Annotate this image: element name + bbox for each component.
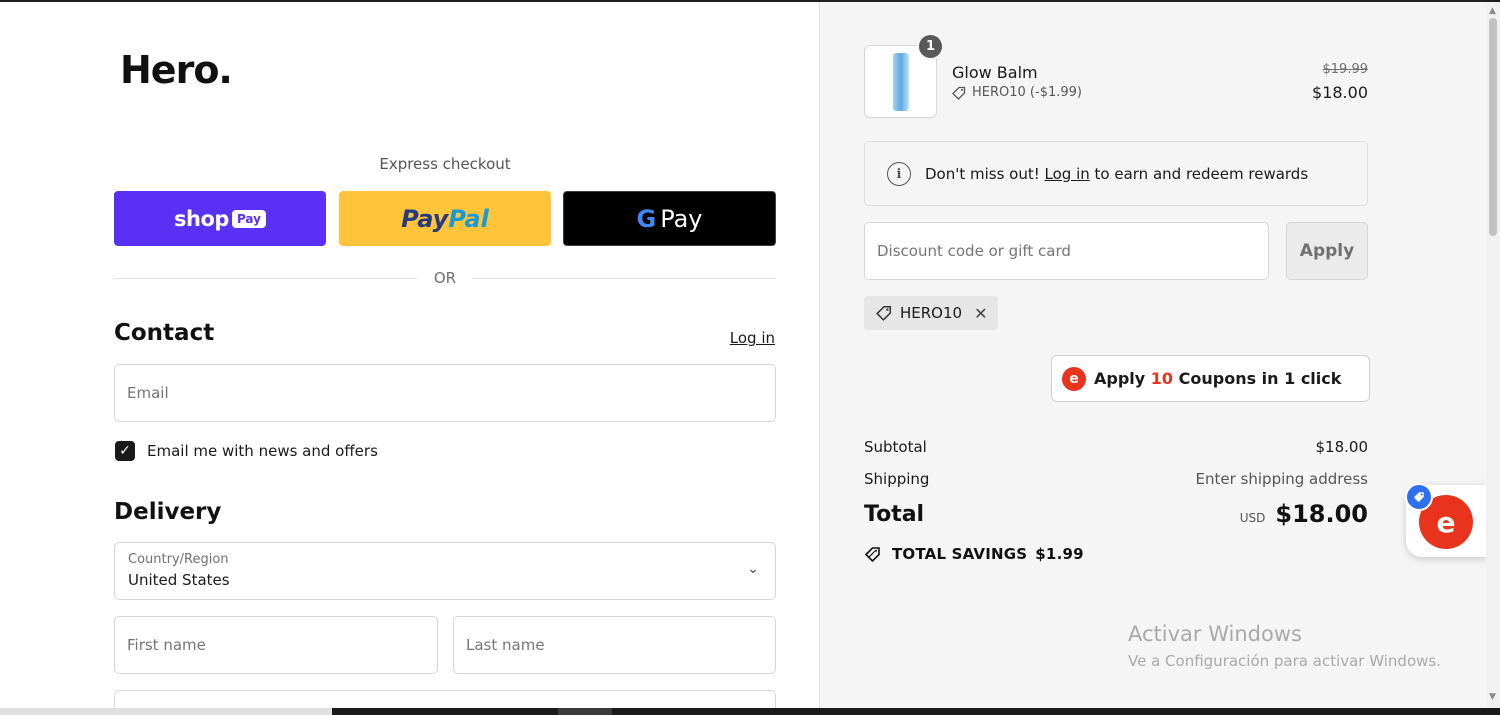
scroll-down-icon[interactable]: ▼ bbox=[1489, 692, 1496, 702]
remove-discount-icon[interactable]: ✕ bbox=[974, 304, 987, 323]
brand-logo[interactable]: Hero. bbox=[120, 48, 233, 92]
google-g-icon: G bbox=[636, 204, 657, 233]
rewards-text: Don't miss out! Log in to earn and redee… bbox=[925, 165, 1308, 183]
paypal-logo-part1: Pay bbox=[401, 204, 449, 233]
tag-icon bbox=[876, 305, 892, 321]
taskbar-strip bbox=[0, 708, 1500, 715]
shop-pay-pill: Pay bbox=[231, 209, 266, 228]
country-select-label: Country/Region bbox=[128, 552, 229, 567]
product-discount: HERO10 (-$1.99) bbox=[952, 85, 1082, 100]
discount-code-field[interactable] bbox=[864, 222, 1269, 280]
coupon-count: 10 bbox=[1150, 369, 1174, 388]
apply-discount-button[interactable]: Apply bbox=[1286, 222, 1368, 280]
or-divider: OR bbox=[114, 268, 776, 288]
scrollbar-thumb[interactable] bbox=[1489, 18, 1497, 236]
apply-coupons-text-after: Coupons in 1 click bbox=[1173, 369, 1342, 388]
original-price: $19.99 bbox=[1322, 62, 1369, 77]
applied-discount-code: HERO10 bbox=[900, 304, 963, 322]
savings-tag-icon bbox=[864, 547, 880, 562]
shipping-label: Shipping bbox=[864, 470, 930, 488]
product-name: Glow Balm bbox=[952, 63, 1038, 82]
shipping-value: Enter shipping address bbox=[1195, 470, 1368, 488]
total-savings-value: $1.99 bbox=[1035, 545, 1084, 563]
first-name-field[interactable] bbox=[114, 616, 438, 674]
total-label: Total bbox=[864, 502, 925, 527]
scroll-up-icon[interactable]: ▲ bbox=[1489, 6, 1496, 16]
contact-heading: Contact bbox=[114, 320, 215, 346]
google-pay-label: Pay bbox=[660, 204, 703, 233]
total-value: $18.00 bbox=[1275, 500, 1368, 528]
taskbar-segment-mid bbox=[558, 708, 612, 715]
product-image bbox=[893, 53, 909, 111]
taskbar-segment-left bbox=[0, 708, 332, 715]
total-savings-label: TOTAL SAVINGS bbox=[892, 545, 1028, 563]
checkmark-icon: ✓ bbox=[119, 443, 131, 459]
last-name-input[interactable] bbox=[466, 617, 755, 673]
last-name-field[interactable] bbox=[453, 616, 776, 674]
total-amount: USD $18.00 bbox=[1240, 500, 1368, 528]
subtotal-value: $18.00 bbox=[1315, 438, 1369, 456]
rewards-banner: i Don't miss out! Log in to earn and red… bbox=[864, 141, 1368, 206]
shop-pay-button[interactable]: shop Pay bbox=[114, 191, 326, 246]
chevron-down-icon: ⌄ bbox=[747, 561, 759, 577]
newsletter-checkbox[interactable]: ✓ bbox=[115, 441, 135, 461]
shop-pay-logo: shop bbox=[174, 206, 229, 231]
windows-activation-subtitle: Ve a Configuración para activar Windows. bbox=[1128, 652, 1441, 670]
total-savings: TOTAL SAVINGS $1.99 bbox=[864, 545, 1084, 563]
apply-coupons-label: Apply 10 Coupons in 1 click bbox=[1094, 369, 1341, 388]
contact-login-link[interactable]: Log in bbox=[730, 329, 775, 347]
newsletter-label: Email me with news and offers bbox=[147, 442, 378, 460]
tag-icon bbox=[952, 86, 966, 100]
quantity-badge: 1 bbox=[917, 33, 944, 60]
country-select[interactable]: Country/Region United States ⌄ bbox=[114, 542, 776, 600]
google-pay-button[interactable]: G Pay bbox=[563, 191, 776, 246]
country-select-value: United States bbox=[128, 571, 230, 589]
info-icon: i bbox=[887, 162, 911, 186]
badge-tag-icon bbox=[1413, 492, 1424, 503]
coupon-extension-icon: e bbox=[1062, 366, 1086, 391]
paypal-logo-part2: Pal bbox=[448, 204, 489, 233]
rewards-text-prefix: Don't miss out! bbox=[925, 165, 1045, 183]
apply-coupons-button[interactable]: e Apply 10 Coupons in 1 click bbox=[1051, 355, 1370, 402]
delivery-heading: Delivery bbox=[114, 499, 222, 525]
item-price: $18.00 bbox=[1312, 83, 1368, 102]
windows-activation-title: Activar Windows bbox=[1128, 622, 1302, 646]
rewards-login-link[interactable]: Log in bbox=[1045, 165, 1090, 183]
order-summary-panel: 1 Glow Balm HERO10 (-$1.99) $19.99 $18.0… bbox=[819, 2, 1487, 708]
paypal-button[interactable]: Pay Pal bbox=[339, 191, 551, 246]
first-name-input[interactable] bbox=[127, 617, 417, 673]
checkout-form-panel: Hero. Express checkout shop Pay Pay Pal G… bbox=[0, 2, 819, 715]
vertical-scrollbar[interactable]: ▲ ▼ bbox=[1486, 2, 1500, 708]
email-field[interactable] bbox=[114, 364, 776, 422]
subtotal-label: Subtotal bbox=[864, 438, 927, 456]
product-discount-text: HERO10 (-$1.99) bbox=[972, 85, 1082, 100]
applied-discount-chip: HERO10 ✕ bbox=[864, 296, 998, 330]
email-input[interactable] bbox=[127, 365, 721, 421]
widget-tag-badge-icon[interactable] bbox=[1405, 483, 1433, 511]
or-text: OR bbox=[433, 269, 457, 287]
rewards-text-suffix: to earn and redeem rewards bbox=[1089, 165, 1309, 183]
discount-code-input[interactable] bbox=[877, 223, 1240, 279]
currency-code: USD bbox=[1239, 511, 1266, 525]
express-checkout-label: Express checkout bbox=[379, 155, 511, 173]
apply-coupons-text-before: Apply bbox=[1094, 369, 1151, 388]
